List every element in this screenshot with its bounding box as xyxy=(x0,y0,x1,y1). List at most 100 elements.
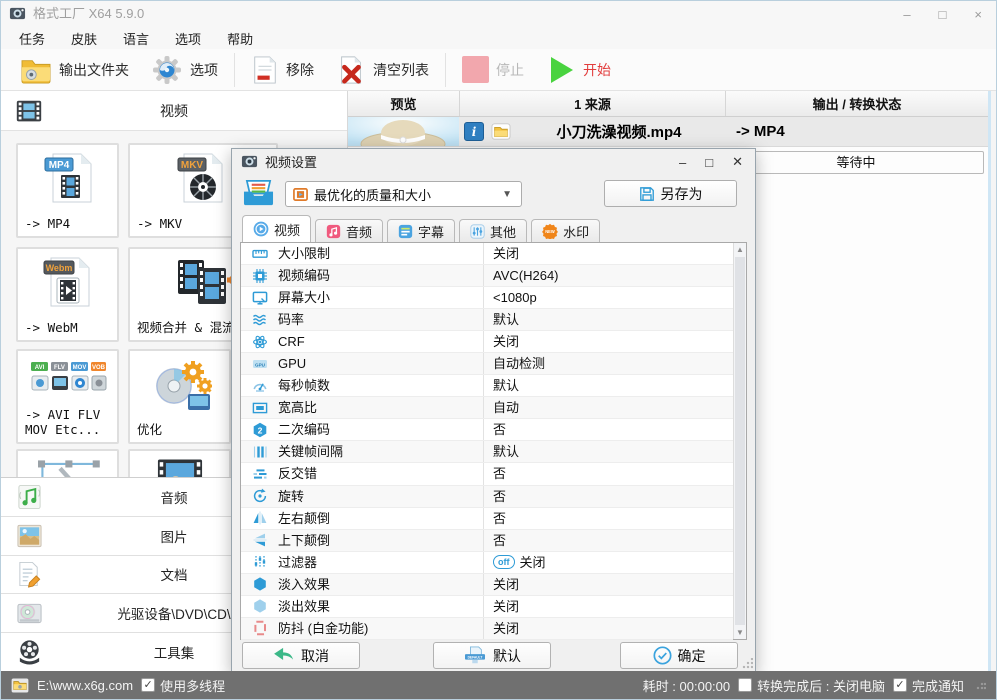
tile-crop[interactable] xyxy=(16,449,119,477)
info-icon[interactable]: i xyxy=(464,122,484,141)
setting-row[interactable]: GPU GPU 自动检测 xyxy=(241,353,733,376)
queue-row[interactable]: i 小刀洗澡视频.mp4 -> MP4 xyxy=(348,117,988,147)
preset-dropdown[interactable]: 最优化的质量和大小 ▼ xyxy=(285,181,522,207)
tile-mp4[interactable]: MP4 -> MP4 xyxy=(16,143,119,238)
tab-audio[interactable]: 音频 xyxy=(315,219,384,242)
output-path-folder-icon[interactable] xyxy=(11,677,29,693)
stabilize-icon xyxy=(252,620,268,636)
fade-in-icon xyxy=(252,576,268,592)
setting-value[interactable]: 关闭 xyxy=(493,331,519,352)
options-button[interactable]: 选项 xyxy=(140,50,229,90)
setting-row[interactable]: 旋转 否 xyxy=(241,485,733,508)
setting-row[interactable]: 每秒帧数 默认 xyxy=(241,375,733,398)
column-source: 1 来源 xyxy=(460,91,726,116)
setting-row[interactable]: 防抖 (白金功能) 关闭 xyxy=(241,617,733,640)
setting-row[interactable]: 码率 默认 xyxy=(241,309,733,332)
tile-screen[interactable] xyxy=(128,449,231,477)
setting-value[interactable]: 关闭 xyxy=(493,596,519,617)
minimize-button[interactable]: – xyxy=(903,7,910,22)
setting-value[interactable]: <1080p xyxy=(493,287,537,308)
dialog-minimize-button[interactable]: – xyxy=(679,155,686,170)
save-as-button[interactable]: 另存为 xyxy=(604,180,737,207)
tab-other[interactable]: 其他 xyxy=(459,219,528,242)
setting-value[interactable]: off 关闭 xyxy=(493,552,546,573)
multithread-checkbox[interactable] xyxy=(141,678,156,692)
tab-watermark[interactable]: NEW 水印 xyxy=(531,219,601,242)
setting-row[interactable]: 淡入效果 关闭 xyxy=(241,573,733,596)
gpu-icon: GPU xyxy=(252,356,268,372)
svg-text:AVI: AVI xyxy=(34,365,44,371)
tab-video[interactable]: 视频 xyxy=(242,215,312,242)
notify-checkbox[interactable] xyxy=(892,678,907,692)
shutdown-checkbox[interactable] xyxy=(738,678,753,692)
open-folder-icon[interactable] xyxy=(484,122,512,141)
setting-value[interactable]: 否 xyxy=(493,530,506,551)
setting-row[interactable]: 2 二次编码 否 xyxy=(241,419,733,442)
scrollbar[interactable]: ▲ ▼ xyxy=(733,243,746,639)
off-badge: off xyxy=(493,555,515,570)
multithread-checkbox-group[interactable]: 使用多线程 xyxy=(141,676,225,695)
clear-list-button[interactable]: 清空列表 xyxy=(325,50,440,90)
scroll-thumb[interactable] xyxy=(735,257,745,625)
bitrate-icon xyxy=(252,312,268,328)
menu-item-2[interactable]: 语言 xyxy=(123,29,149,48)
setting-row[interactable]: 上下颠倒 否 xyxy=(241,529,733,552)
remove-button[interactable]: 移除 xyxy=(240,50,325,90)
ok-button[interactable]: 确定 xyxy=(620,642,738,669)
dialog-maximize-button[interactable]: □ xyxy=(705,155,713,170)
setting-value[interactable]: 否 xyxy=(493,463,506,484)
setting-row[interactable]: 关键帧间隔 默认 xyxy=(241,441,733,464)
tile-webm[interactable]: Webm -> WebM xyxy=(16,247,119,342)
maximize-button[interactable]: □ xyxy=(939,7,947,22)
filter-icon xyxy=(252,554,268,570)
setting-value[interactable]: 关闭 xyxy=(493,574,519,595)
cancel-button[interactable]: 取消 xyxy=(242,642,360,669)
window-resize-grip[interactable] xyxy=(976,680,986,690)
setting-row[interactable]: 过滤器 off 关闭 xyxy=(241,551,733,574)
setting-value[interactable]: 自动检测 xyxy=(493,353,545,374)
setting-row[interactable]: 屏幕大小 <1080p xyxy=(241,287,733,310)
target-format: -> MP4 xyxy=(736,123,785,140)
tile-optimize[interactable]: 优化 xyxy=(128,349,231,444)
setting-row[interactable]: CRF 关闭 xyxy=(241,331,733,354)
setting-value[interactable]: 默认 xyxy=(493,375,519,396)
sidebar-header-video[interactable]: 视频 xyxy=(1,91,347,131)
dialog-resize-grip[interactable] xyxy=(741,658,753,670)
notify-checkbox-group[interactable]: 完成通知 xyxy=(892,676,964,695)
crop-icon xyxy=(18,456,117,477)
stop-button[interactable]: 停止 xyxy=(451,50,535,90)
setting-row[interactable]: 左右颠倒 否 xyxy=(241,507,733,530)
setting-value[interactable]: 默认 xyxy=(493,309,519,330)
output-folder-button[interactable]: 输出文件夹 xyxy=(9,50,140,90)
setting-row[interactable]: 大小限制 关闭 xyxy=(241,243,733,266)
tile-avi-flv-mov[interactable]: AVI FLV MOV VOB -> AVI FLV MOV Etc... xyxy=(16,349,119,444)
setting-value[interactable]: 否 xyxy=(493,486,506,507)
setting-row[interactable]: 淡出效果 关闭 xyxy=(241,595,733,618)
scroll-up-icon[interactable]: ▲ xyxy=(734,243,746,256)
setting-value[interactable]: 自动 xyxy=(493,397,519,418)
start-button[interactable]: 开始 xyxy=(535,50,622,90)
setting-label: 大小限制 xyxy=(278,246,331,261)
setting-value[interactable]: AVC(H264) xyxy=(493,265,559,286)
setting-row[interactable]: 反交错 否 xyxy=(241,463,733,486)
tab-subtitle[interactable]: 字幕 xyxy=(387,219,456,242)
scroll-down-icon[interactable]: ▼ xyxy=(734,626,746,639)
default-button[interactable]: DEFAULT 默认 xyxy=(433,642,551,669)
setting-value[interactable]: 否 xyxy=(493,508,506,529)
setting-value[interactable]: 关闭 xyxy=(493,618,519,639)
close-button[interactable]: × xyxy=(974,7,982,22)
menu-item-4[interactable]: 帮助 xyxy=(227,29,253,48)
setting-row[interactable]: 宽高比 自动 xyxy=(241,397,733,420)
setting-row[interactable]: 视频编码 AVC(H264) xyxy=(241,265,733,288)
setting-value[interactable]: 关闭 xyxy=(493,243,519,264)
output-path[interactable]: E:\www.x6g.com xyxy=(37,678,133,693)
menu-item-3[interactable]: 选项 xyxy=(175,29,201,48)
setting-value[interactable]: 否 xyxy=(493,419,506,440)
shutdown-checkbox-group[interactable]: 转换完成后 : 关闭电脑 xyxy=(738,676,885,695)
dialog-close-button[interactable]: ✕ xyxy=(732,154,743,170)
menu-item-0[interactable]: 任务 xyxy=(19,29,45,48)
check-circle-icon xyxy=(652,646,672,665)
menu-item-1[interactable]: 皮肤 xyxy=(71,29,97,48)
setting-value[interactable]: 默认 xyxy=(493,441,519,462)
svg-text:DEFAULT: DEFAULT xyxy=(468,655,483,659)
